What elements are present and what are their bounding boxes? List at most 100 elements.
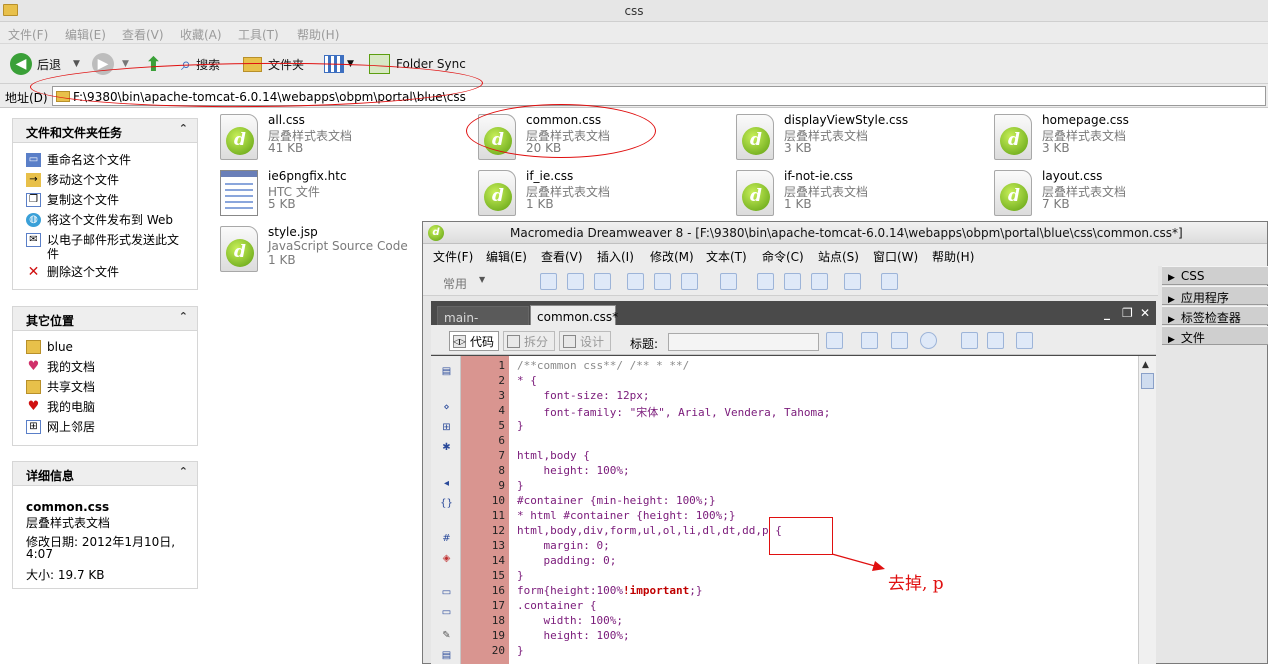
task-copy[interactable]: ❐ 复制这个文件 [26,193,119,207]
scroll-up-icon[interactable]: ▲ [1142,360,1149,370]
apply-comment-icon[interactable]: ▭ [439,585,454,600]
file-item-layout-css[interactable]: d layout.css 层叠样式表文档 7 KB [994,168,1214,218]
collapse-selection-icon[interactable]: ⊞ [439,420,454,435]
visual-aids-icon[interactable] [1016,332,1033,349]
task-rename[interactable]: ▭ 重命名这个文件 [26,153,131,167]
code-line[interactable]: .container { [517,599,596,612]
expand-all-icon[interactable]: ✱ [439,440,454,455]
code-line[interactable]: html,body { [517,449,590,462]
insert-category[interactable]: 常用 [443,275,467,292]
open-documents-icon[interactable]: ▤ [439,364,454,379]
details-header[interactable]: 详细信息 ⌃ [13,462,197,486]
balance-braces-icon[interactable]: {} [439,496,454,511]
date-icon[interactable] [757,273,774,290]
close-icon[interactable]: ✕ [1140,306,1150,320]
named-anchor-icon[interactable] [594,273,611,290]
recent-snippets-icon[interactable]: ▤ [439,648,454,663]
dw-menu-window[interactable]: 窗口(W) [873,248,918,265]
place-shared-documents[interactable]: 共享文档 [26,380,95,394]
dw-menu-text[interactable]: 文本(T) [706,248,747,265]
menu-help[interactable]: 帮助(H) [297,26,339,43]
code-line[interactable]: form{height:100%!important;} [517,584,702,597]
code-view-button[interactable]: ◁▷ 代码 [449,331,499,351]
menu-view[interactable]: 查看(V) [122,26,164,43]
validate-icon[interactable] [891,332,908,349]
split-view-button[interactable]: 拆分 [503,331,555,351]
insert-category-dropdown-icon[interactable]: ▼ [479,275,485,284]
file-tasks-header[interactable]: 文件和文件夹任务 ⌃ [13,119,197,143]
document-title-input[interactable] [668,333,819,351]
email-link-icon[interactable] [567,273,584,290]
templates-icon[interactable] [844,273,861,290]
code-line[interactable]: } [517,644,524,657]
dw-menu-site[interactable]: 站点(S) [818,248,859,265]
code-line[interactable]: } [517,419,524,432]
hyperlink-icon[interactable] [540,273,557,290]
preview-debug-icon[interactable] [861,332,878,349]
code-line[interactable]: width: 100%; [517,614,622,627]
design-view-button[interactable]: 设计 [559,331,611,351]
panel-group-tag-inspector[interactable]: ▶ 标签检查器 [1162,306,1268,325]
menu-favorites[interactable]: 收藏(A) [180,26,222,43]
collapse-chevron-icon[interactable]: ⌃ [179,465,188,478]
table-icon[interactable] [627,273,644,290]
other-places-header[interactable]: 其它位置 ⌃ [13,307,197,331]
task-move[interactable]: → 移动这个文件 [26,173,119,187]
code-line[interactable]: * html #container {height: 100%;} [517,509,736,522]
code-line[interactable]: font-size: 12px; [517,389,649,402]
file-item-ie6pngfix-htc[interactable]: ie6pngfix.htc HTC 文件 5 KB [220,168,460,218]
file-item-all-css[interactable]: d all.css 层叠样式表文档 41 KB [220,112,460,162]
server-include-icon[interactable] [784,273,801,290]
dw-menu-modify[interactable]: 修改(M) [650,248,694,265]
line-numbers-icon[interactable]: # [439,531,454,546]
code-line[interactable]: height: 100%; [517,464,629,477]
refresh-icon[interactable] [961,332,978,349]
layer-icon[interactable] [654,273,671,290]
file-item-style-jsp[interactable]: d style.jsp JavaScript Source Code 1 KB [220,224,418,274]
image-icon[interactable] [681,273,698,290]
media-icon[interactable] [720,273,737,290]
place-my-computer[interactable]: ♥ 我的电脑 [26,400,95,415]
menu-edit[interactable]: 编辑(E) [65,26,106,43]
dw-menu-help[interactable]: 帮助(H) [932,248,974,265]
collapse-chevron-icon[interactable]: ⌃ [179,310,188,323]
tag-chooser-icon[interactable] [881,273,898,290]
collapse-tag-icon[interactable]: ⋄ [439,400,454,415]
highlight-invalid-icon[interactable]: ◈ [439,551,454,566]
tab-common-css[interactable]: common.css* [530,305,618,325]
panel-group-css[interactable]: ▶ CSS [1162,266,1268,285]
file-item-if-not-ie-css[interactable]: d if-not-ie.css 层叠样式表文档 1 KB [736,168,976,218]
place-my-documents[interactable]: ♥ 我的文档 [26,360,95,375]
dw-menu-commands[interactable]: 命令(C) [762,248,804,265]
scroll-thumb[interactable] [1141,373,1154,389]
code-editor[interactable]: ▤ ⋄ ⊞ ✱ ◂ {} # ◈ ▭ ▭ ✎ ▤ 1 2 3 4 5 6 7 8 9 10 11 12… [431,356,1156,664]
place-blue[interactable]: blue [26,340,73,354]
dw-menu-edit[interactable]: 编辑(E) [486,248,527,265]
browser-check-icon[interactable] [920,332,937,349]
dw-menu-view[interactable]: 查看(V) [541,248,583,265]
menu-file[interactable]: 文件(F) [8,26,48,43]
code-line[interactable]: #container {min-height: 100%;} [517,494,716,507]
view-options-icon[interactable] [987,332,1004,349]
code-lines[interactable]: /**common css**/ /** * **/ * { font-size:… [509,356,1138,664]
vertical-scrollbar[interactable]: ▲ [1138,356,1156,664]
dw-menu-insert[interactable]: 插入(I) [597,248,634,265]
select-parent-tag-icon[interactable]: ◂ [439,476,454,491]
panel-group-files[interactable]: ▶ 文件 [1162,326,1268,345]
restore-icon[interactable]: ❐ [1122,306,1133,320]
tab-main-front-css[interactable]: main-front.css [437,306,529,339]
task-delete[interactable]: ✕ 删除这个文件 [26,265,119,279]
comment-icon[interactable] [811,273,828,290]
back-button[interactable]: ◀ 后退 ▼ [10,52,80,76]
dw-menu-file[interactable]: 文件(F) [433,248,473,265]
code-line[interactable]: height: 100%; [517,629,629,642]
code-line[interactable]: } [517,569,524,582]
place-network[interactable]: ⊞ 网上邻居 [26,420,95,434]
minimize-icon[interactable]: _ [1104,306,1110,320]
code-line[interactable]: /**common css**/ /** * **/ [517,359,689,372]
code-line[interactable]: * { [517,374,537,387]
code-line[interactable]: padding: 0; [517,554,616,567]
code-line[interactable]: } [517,479,524,492]
file-item-if-ie-css[interactable]: d if_ie.css 层叠样式表文档 1 KB [478,168,718,218]
panel-group-application[interactable]: ▶ 应用程序 [1162,286,1268,305]
